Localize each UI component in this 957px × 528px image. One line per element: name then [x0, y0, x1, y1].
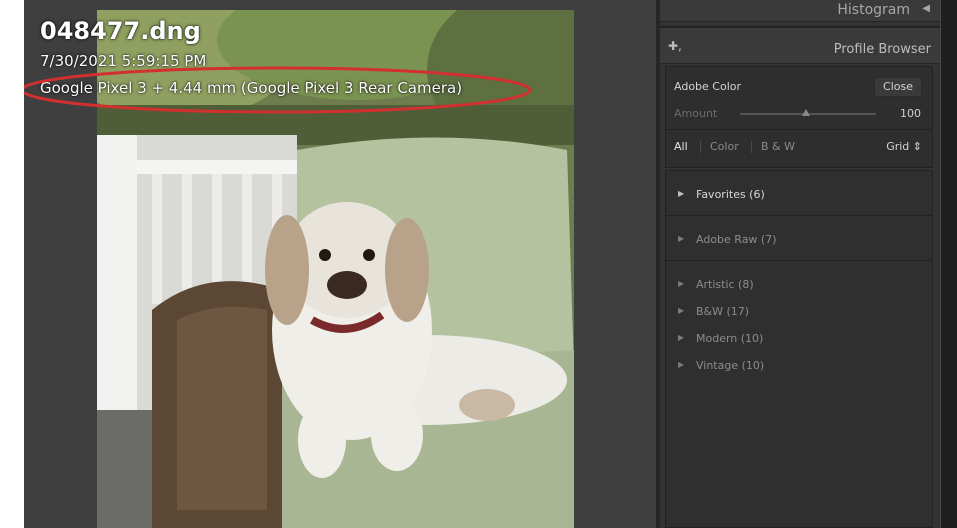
disclosure-triangle-icon: ▶ — [678, 234, 685, 243]
profile-group-label: B&W (17) — [696, 305, 750, 318]
photo-camera-info: Google Pixel 3 + 4.44 mm (Google Pixel 3… — [40, 79, 463, 97]
profile-group-label: Artistic (8) — [696, 278, 754, 291]
profile-browser-header: ✚, Profile Browser — [660, 26, 940, 64]
profile-group-favorites[interactable]: ▶ Favorites (6) — [666, 185, 932, 205]
profile-group-modern[interactable]: ▶ Modern (10) — [666, 329, 932, 349]
disclosure-triangle-icon: ▶ — [678, 189, 685, 198]
photo-capture-date: 7/30/2021 5:59:15 PM — [40, 52, 207, 70]
filter-separator — [700, 141, 701, 153]
profile-groups-list: ▶ Favorites (6) ▶ Adobe Raw (7) ▶ Artist… — [665, 170, 933, 528]
settings-divider — [666, 129, 932, 130]
profile-group-bw[interactable]: ▶ B&W (17) — [666, 302, 932, 322]
histogram-header[interactable]: Histogram ◀ — [660, 0, 940, 22]
disclosure-triangle-icon: ▶ — [678, 333, 685, 342]
profile-group-artistic[interactable]: ▶ Artistic (8) — [666, 275, 932, 295]
amount-value: 100 — [900, 107, 921, 120]
histogram-title: Histogram — [837, 2, 910, 18]
filter-all-tab[interactable]: All — [674, 140, 688, 153]
profile-group-label: Modern (10) — [696, 332, 764, 345]
profile-group-label: Adobe Raw (7) — [696, 233, 777, 246]
up-down-arrow-icon: ⇕ — [912, 140, 922, 153]
profile-group-vintage[interactable]: ▶ Vintage (10) — [666, 356, 932, 376]
photo-filename: 048477.dng — [40, 17, 201, 45]
profile-browser-title: Profile Browser — [833, 42, 931, 57]
amount-slider-thumb[interactable] — [802, 109, 810, 116]
left-margin — [0, 0, 24, 528]
profile-group-label: Favorites (6) — [696, 188, 765, 201]
plus-icon[interactable]: ✚, — [668, 39, 682, 53]
photo-canvas: 048477.dng 7/30/2021 5:59:15 PM Google P… — [24, 0, 656, 528]
disclosure-triangle-icon: ▶ — [678, 279, 685, 288]
filter-separator — [751, 141, 752, 153]
current-profile-name: Adobe Color — [674, 80, 742, 93]
close-button[interactable]: Close — [874, 77, 922, 97]
filter-color-tab[interactable]: Color — [710, 140, 739, 153]
right-panel: Histogram ◀ ✚, Profile Browser Adobe Col… — [660, 0, 940, 528]
profile-settings: Adobe Color Close Amount 100 All Color B… — [665, 66, 933, 168]
amount-label: Amount — [674, 107, 718, 120]
view-mode-label: Grid — [886, 140, 910, 153]
profile-group-label: Vintage (10) — [696, 359, 765, 372]
panel-edge-strip — [940, 0, 957, 528]
triangle-left-icon[interactable]: ◀ — [922, 3, 930, 14]
disclosure-triangle-icon: ▶ — [678, 360, 685, 369]
disclosure-triangle-icon: ▶ — [678, 306, 685, 315]
view-mode-select[interactable]: Grid ⇕ — [886, 140, 922, 153]
profile-group-adobe-raw[interactable]: ▶ Adobe Raw (7) — [666, 230, 932, 250]
group-divider — [666, 260, 932, 261]
filter-bw-tab[interactable]: B & W — [761, 140, 795, 153]
group-divider — [666, 215, 932, 216]
photo-info-overlay: 048477.dng 7/30/2021 5:59:15 PM Google P… — [40, 16, 462, 99]
